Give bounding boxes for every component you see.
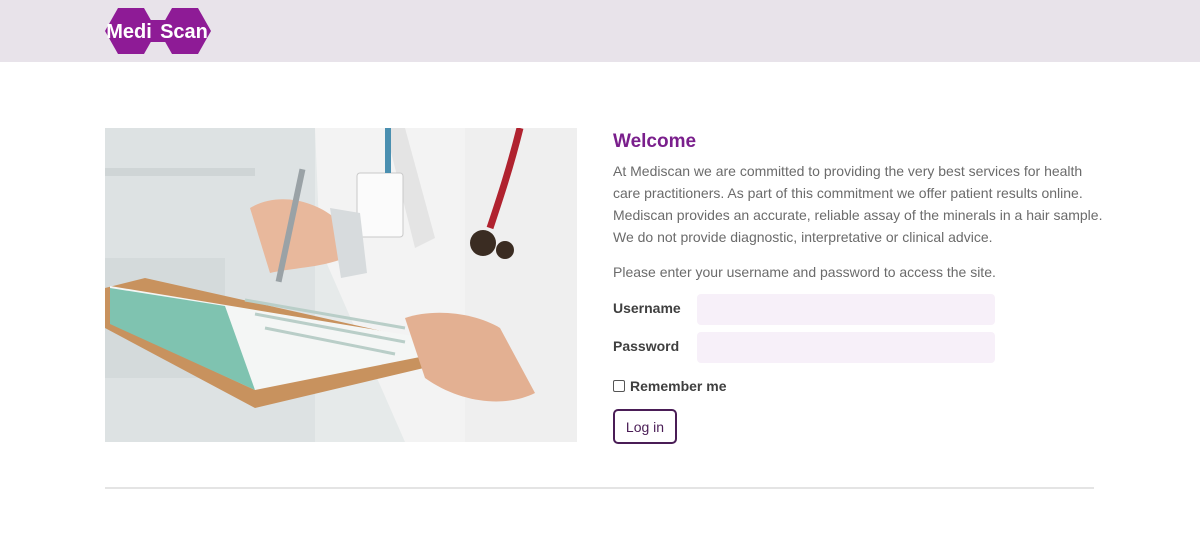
password-row: Password — [613, 332, 1013, 364]
top-header-bar: Medi Scan — [0, 0, 1200, 62]
remember-me-checkbox[interactable] — [613, 380, 625, 392]
intro-text: At Mediscan we are committed to providin… — [613, 163, 1103, 245]
welcome-heading: Welcome — [613, 131, 697, 152]
login-button[interactable]: Log in — [613, 409, 677, 444]
username-label: Username — [613, 300, 681, 316]
remember-me-label[interactable]: Remember me — [630, 378, 727, 394]
svg-text:Scan: Scan — [160, 21, 208, 43]
password-input[interactable] — [697, 332, 995, 363]
username-input[interactable] — [697, 294, 995, 325]
footer-divider — [105, 487, 1094, 489]
svg-text:Medi: Medi — [106, 21, 152, 43]
doctor-photo — [105, 128, 577, 442]
login-panel: Welcome At Mediscan we are committed to … — [613, 128, 1103, 444]
mediscan-logo[interactable]: Medi Scan — [104, 6, 212, 56]
remember-me-row[interactable]: Remember me — [613, 376, 727, 396]
password-label: Password — [613, 338, 680, 354]
username-row: Username — [613, 294, 1013, 326]
login-prompt: Please enter your username and password … — [613, 264, 996, 280]
